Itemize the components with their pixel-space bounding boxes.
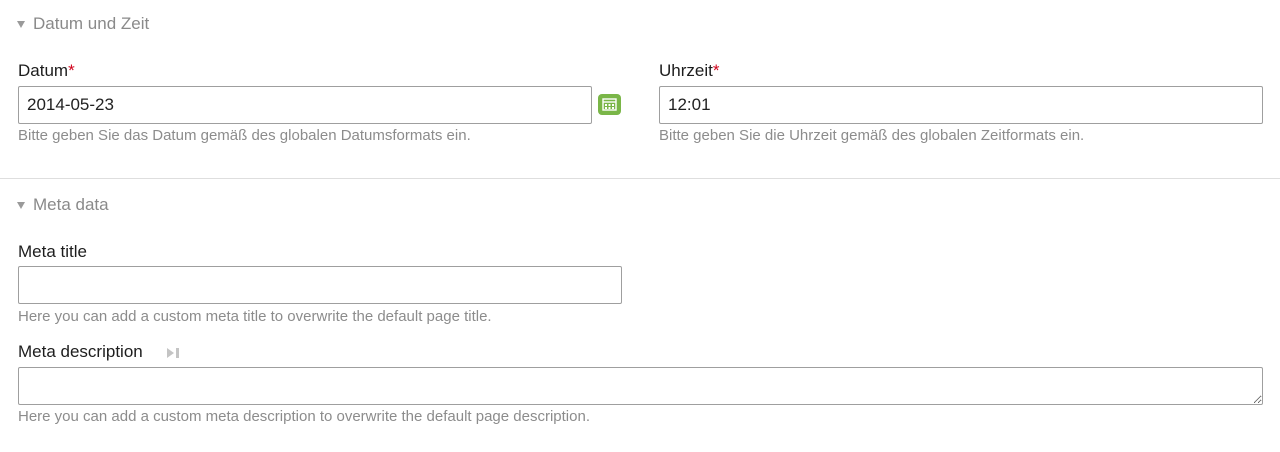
section-title: Datum und Zeit: [33, 14, 150, 33]
collapse-triangle-icon: [17, 21, 25, 28]
meta-title-label: Meta title: [18, 242, 87, 261]
calendar-icon[interactable]: [598, 94, 621, 115]
section-header-meta[interactable]: Meta data: [17, 193, 109, 217]
date-input[interactable]: [18, 86, 592, 124]
meta-description-textarea[interactable]: [18, 367, 1263, 405]
time-help: Bitte geben Sie die Uhrzeit gemäß des gl…: [659, 127, 1085, 144]
calendar-glyph: [602, 98, 617, 111]
meta-title-help: Here you can add a custom meta title to …: [18, 308, 492, 325]
meta-description-label: Meta description: [18, 342, 143, 361]
date-label: Datum*: [18, 61, 75, 81]
time-input[interactable]: [659, 86, 1263, 124]
date-label-text: Datum: [18, 61, 69, 80]
collapse-triangle-icon: [17, 202, 25, 209]
section-divider: [0, 178, 1280, 179]
time-label-text: Uhrzeit: [659, 61, 713, 80]
required-marker: *: [68, 61, 75, 80]
play-pause-icon[interactable]: [166, 347, 182, 359]
required-marker: *: [712, 61, 720, 80]
section-title: Meta data: [33, 195, 109, 214]
time-label: Uhrzeit*: [659, 61, 719, 81]
meta-description-help: Here you can add a custom meta descripti…: [18, 408, 590, 425]
date-help: Bitte geben Sie das Datum gemäß des glob…: [18, 127, 471, 144]
meta-title-input[interactable]: [18, 266, 622, 304]
section-header-datetime[interactable]: Datum und Zeit: [17, 12, 149, 36]
